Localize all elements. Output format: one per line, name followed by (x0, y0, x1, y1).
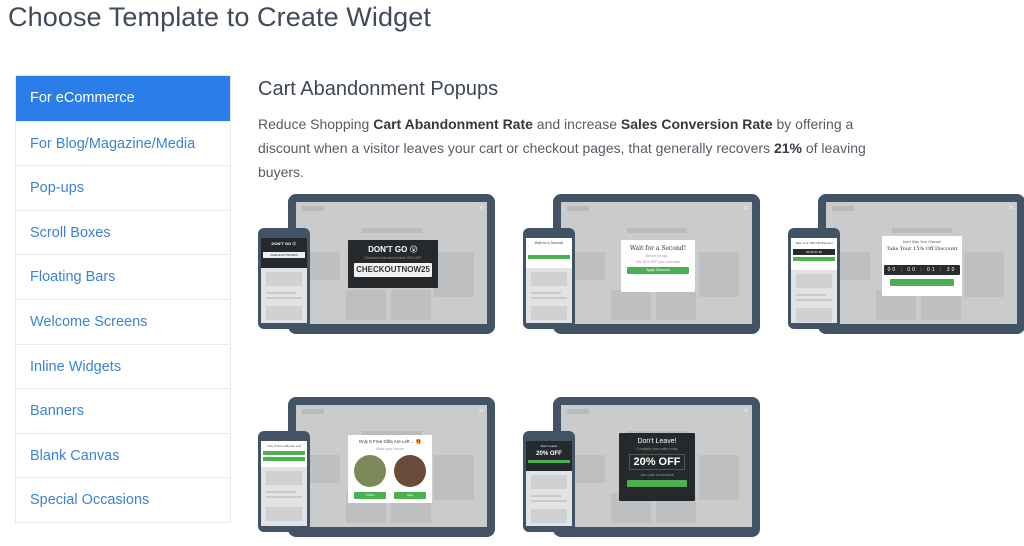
phone-mockup: Wait for a Second! (523, 228, 575, 329)
close-icon: ✕ (743, 205, 749, 212)
section-title: Cart Abandonment Popups (258, 78, 499, 100)
close-icon: ✕ (743, 408, 749, 415)
popup-preview: Don't Miss Your Chance! Take Your 15% Of… (882, 236, 962, 296)
sidebar-item-floating-bars[interactable]: Floating Bars (16, 254, 230, 299)
mug-gift-image (394, 455, 426, 487)
phone-mockup: Only 5 Free Gifts Are Left (258, 431, 310, 532)
phone-mockup: Take Your 15% Off Discount 00 00 01 30 (788, 228, 840, 329)
desktop-mockup: ✕ Don't Leave! Complete your order today… (553, 397, 760, 537)
sidebar-item-scroll-boxes[interactable]: Scroll Boxes (16, 209, 230, 255)
close-icon: ✕ (478, 205, 484, 212)
template-card-wait-for-a-second[interactable]: ✕ Wait for a Second! Before you go... Ge… (523, 194, 763, 336)
phone-mockup: Don't Leave! 20% OFF (523, 431, 575, 532)
desktop-mockup: ✕ Wait for a Second! Before you go... Ge… (553, 194, 760, 334)
popup-preview: Only 5 Free Gifts Are Left ... 🎁 Make yo… (348, 435, 432, 503)
template-card-15-off-countdown[interactable]: ✕ Don't Miss Your Chance! Take Your 15% … (788, 194, 1024, 336)
sidebar-item-ecommerce[interactable]: For eCommerce (16, 76, 230, 121)
close-icon: ✕ (478, 408, 484, 415)
template-card-dont-go[interactable]: ✕ DON'T GO 😮 Checkout now and receive 25… (258, 194, 498, 336)
sidebar-item-welcome-screens[interactable]: Welcome Screens (16, 298, 230, 344)
page-title: Choose Template to Create Widget (8, 2, 431, 32)
desktop-mockup: ✕ Only 5 Free Gifts Are Left ... 🎁 Make … (288, 397, 495, 537)
popup-preview: DON'T GO 😮 Checkout now and receive 25% … (348, 240, 438, 288)
sidebar-item-popups[interactable]: Pop-ups (16, 165, 230, 210)
popup-preview: Wait for a Second! Before you go... Get … (621, 240, 695, 292)
section-description: Reduce Shopping Cart Abandonment Rate an… (258, 116, 866, 180)
tshirt-gift-image (354, 455, 386, 487)
sidebar-item-special-occasions[interactable]: Special Occasions (16, 477, 230, 522)
desktop-mockup: ✕ DON'T GO 😮 Checkout now and receive 25… (288, 194, 495, 334)
category-sidebar: For eCommerce For Blog/Magazine/Media Po… (15, 75, 231, 523)
sidebar-item-banners[interactable]: Banners (16, 388, 230, 433)
template-card-free-gifts[interactable]: ✕ Only 5 Free Gifts Are Left ... 🎁 Make … (258, 397, 498, 539)
close-icon: ✕ (1008, 205, 1014, 212)
sidebar-item-blog-magazine-media[interactable]: For Blog/Magazine/Media (16, 120, 230, 166)
desktop-mockup: ✕ Don't Miss Your Chance! Take Your 15% … (818, 194, 1024, 334)
sidebar-item-blank-canvas[interactable]: Blank Canvas (16, 432, 230, 478)
countdown-timer: 00 : 00 : 01 : 30 (883, 265, 961, 275)
sidebar-item-inline-widgets[interactable]: Inline Widgets (16, 343, 230, 389)
template-card-dont-leave[interactable]: ✕ Don't Leave! Complete your order today… (523, 397, 763, 539)
phone-mockup: DON'T GO 😮 CHECKOUTNOW25 (258, 228, 310, 329)
popup-preview: Don't Leave! Complete your order today 2… (619, 433, 695, 501)
